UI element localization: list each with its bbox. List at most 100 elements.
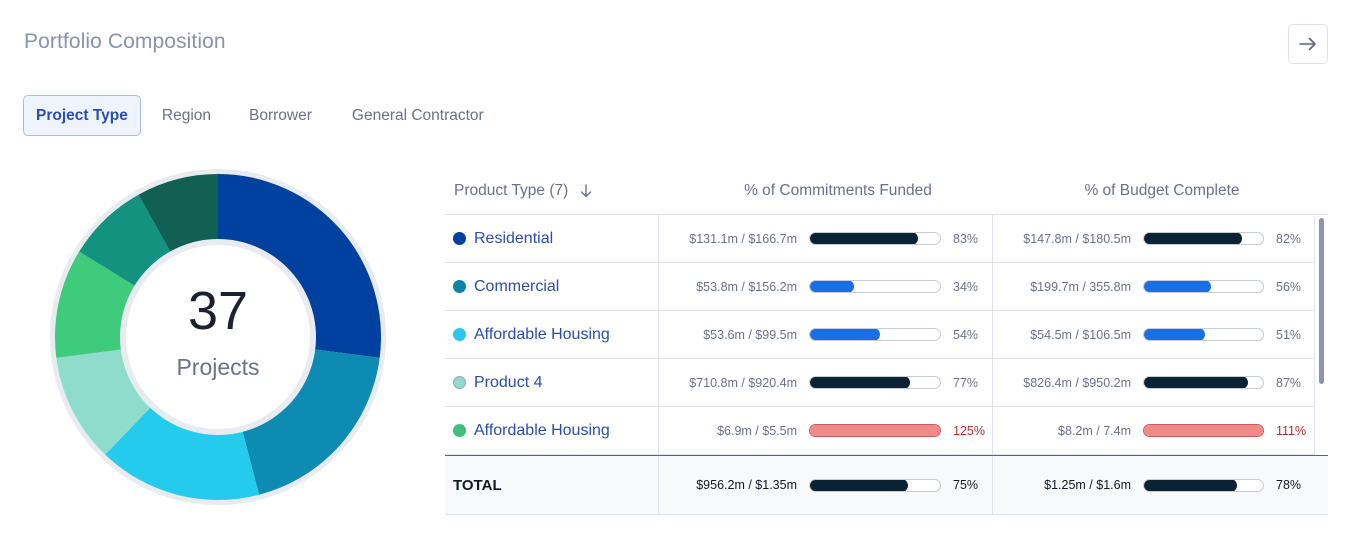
product-type-link[interactable]: Affordable Housing	[474, 422, 610, 440]
product-type-link[interactable]: Affordable Housing	[474, 326, 610, 344]
commitments-cell: $53.6m / $99.5m 54%	[659, 311, 993, 358]
budget-progress-bar	[1143, 232, 1264, 245]
product-type-link[interactable]: Commercial	[474, 278, 559, 296]
commit-pct: 125%	[953, 423, 985, 438]
budget-cell: $8.2m / 7.4m 111%	[993, 407, 1315, 454]
progress-fill	[1144, 479, 1237, 491]
budget-pct: 87%	[1276, 375, 1302, 390]
commit-amount: $710.8m / $920.4m	[689, 375, 797, 390]
table-header: Product Type (7) % of Commitments Funded…	[445, 168, 1328, 215]
progress-fill	[1144, 425, 1263, 436]
arrow-down-icon[interactable]	[580, 184, 592, 198]
commitments-cell: $6.9m / $5.5m 125%	[659, 407, 993, 454]
commit-amount: $131.1m / $166.7m	[689, 231, 797, 246]
total-budget-progress-bar	[1143, 478, 1264, 492]
donut-chart: 37 Projects	[48, 167, 388, 507]
product-type-link[interactable]: Product 4	[474, 374, 542, 392]
product-type-cell: Commercial	[445, 263, 659, 310]
tab-project-type[interactable]: Project Type	[23, 95, 141, 136]
total-label: TOTAL	[453, 476, 502, 494]
legend-dot-icon	[453, 328, 466, 341]
column-header-budget[interactable]: % of Budget Complete	[993, 182, 1315, 200]
product-type-cell: Residential	[445, 215, 659, 262]
commit-amount: $53.8m / $156.2m	[696, 279, 797, 294]
total-commit-progress-bar	[809, 478, 941, 492]
open-details-button[interactable]	[1288, 24, 1328, 64]
progress-fill	[810, 329, 881, 340]
table-row[interactable]: Product 4 $710.8m / $920.4m 77% $826.4m / $…	[445, 359, 1328, 407]
commit-pct: 54%	[953, 327, 979, 342]
budget-progress-bar	[1143, 280, 1264, 293]
commitments-cell: $131.1m / $166.7m 83%	[659, 215, 993, 262]
progress-fill	[1144, 281, 1211, 292]
commit-progress-bar	[809, 280, 941, 293]
budget-progress-bar	[1143, 376, 1264, 389]
budget-progress-bar	[1143, 424, 1264, 437]
product-type-cell: Affordable Housing	[445, 311, 659, 358]
commit-amount: $53.6m / $99.5m	[703, 327, 797, 342]
commitments-cell: $710.8m / $920.4m 77%	[659, 359, 993, 406]
legend-dot-icon	[453, 280, 466, 293]
budget-pct: 56%	[1276, 279, 1302, 294]
tab-bar: Project Type Region Borrower General Con…	[23, 95, 501, 136]
table-row[interactable]: Commercial $53.8m / $156.2m 34% $199.7m / 3…	[445, 263, 1328, 311]
product-type-cell: Affordable Housing	[445, 407, 659, 454]
scrollbar-thumb[interactable]	[1319, 218, 1324, 384]
total-budget-amount: $1.25m / $1.6m	[1044, 478, 1131, 492]
column-header-commitments[interactable]: % of Commitments Funded	[659, 182, 993, 200]
table-body: Residential $131.1m / $166.7m 83% $147.8m /…	[445, 215, 1328, 455]
table-row[interactable]: Residential $131.1m / $166.7m 83% $147.8m /…	[445, 215, 1328, 263]
budget-cell: $54.5m / $106.5m 51%	[993, 311, 1315, 358]
table-row[interactable]: Affordable Housing $6.9m / $5.5m 125% $8.2m…	[445, 407, 1328, 455]
column-header-product-type[interactable]: Product Type (7)	[445, 182, 659, 200]
commitments-cell: $53.8m / $156.2m 34%	[659, 263, 993, 310]
composition-table: Product Type (7) % of Commitments Funded…	[445, 168, 1328, 515]
budget-cell: $199.7m / 355.8m 56%	[993, 263, 1315, 310]
budget-amount: $8.2m / 7.4m	[1058, 423, 1131, 438]
tab-borrower[interactable]: Borrower	[236, 95, 325, 136]
budget-amount: $54.5m / $106.5m	[1030, 327, 1131, 342]
budget-cell: $147.8m / $180.5m 82%	[993, 215, 1315, 262]
budget-pct: 111%	[1276, 423, 1307, 438]
table-total-row: TOTAL $956.2m / $1.35m 75% $1.25m / $1.6…	[445, 455, 1328, 515]
tab-region[interactable]: Region	[149, 95, 224, 136]
legend-dot-icon	[453, 424, 466, 437]
total-commit-pct: 75%	[953, 478, 979, 492]
commit-progress-bar	[809, 232, 941, 245]
product-type-link[interactable]: Residential	[474, 230, 553, 248]
commit-pct: 83%	[953, 231, 979, 246]
budget-amount: $826.4m / $950.2m	[1023, 375, 1131, 390]
column-header-label: Product Type (7)	[454, 182, 569, 199]
total-commitments-cell: $956.2m / $1.35m 75%	[659, 456, 993, 514]
budget-pct: 82%	[1276, 231, 1302, 246]
page-title: Portfolio Composition	[24, 30, 226, 53]
progress-fill	[810, 233, 918, 244]
commit-pct: 77%	[953, 375, 979, 390]
commit-pct: 34%	[953, 279, 979, 294]
total-budget-pct: 78%	[1276, 478, 1302, 492]
progress-fill	[1144, 233, 1242, 244]
progress-fill	[1144, 377, 1248, 388]
budget-pct: 51%	[1276, 327, 1302, 342]
table-row[interactable]: Affordable Housing $53.6m / $99.5m 54% $54.…	[445, 311, 1328, 359]
budget-amount: $147.8m / $180.5m	[1023, 231, 1131, 246]
donut-hole	[126, 245, 310, 429]
commit-amount: $6.9m / $5.5m	[717, 423, 797, 438]
legend-dot-icon	[453, 376, 466, 389]
commit-progress-bar	[809, 328, 941, 341]
donut-chart-svg	[50, 169, 386, 505]
budget-amount: $199.7m / 355.8m	[1030, 279, 1131, 294]
tab-general-contractor[interactable]: General Contractor	[339, 95, 497, 136]
progress-fill	[1144, 329, 1205, 340]
scrollbar[interactable]	[1315, 215, 1328, 455]
total-budget-cell: $1.25m / $1.6m 78%	[993, 456, 1315, 514]
progress-fill	[810, 479, 908, 491]
progress-fill	[810, 377, 911, 388]
commit-progress-bar	[809, 424, 941, 437]
arrow-right-icon	[1299, 37, 1316, 51]
total-commit-amount: $956.2m / $1.35m	[696, 478, 797, 492]
progress-fill	[810, 281, 855, 292]
product-type-cell: Product 4	[445, 359, 659, 406]
legend-dot-icon	[453, 232, 466, 245]
budget-cell: $826.4m / $950.2m 87%	[993, 359, 1315, 406]
